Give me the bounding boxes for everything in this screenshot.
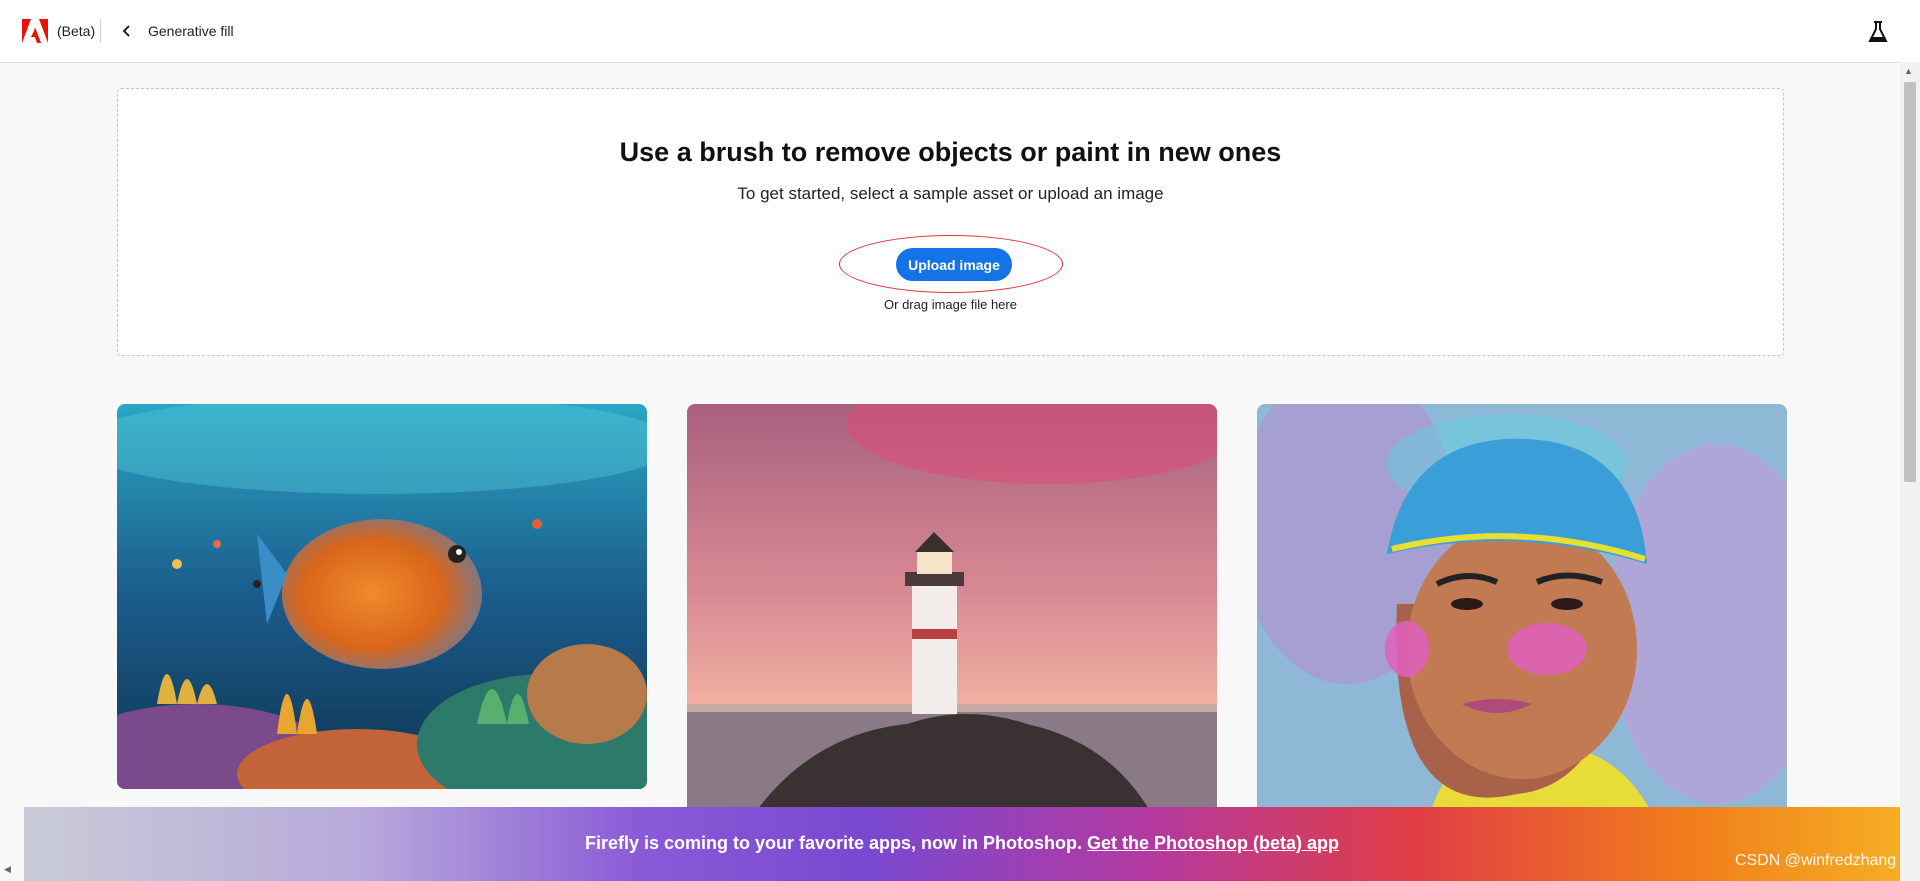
top-header: (Beta) Generative fill (0, 0, 1920, 63)
photoshop-beta-link[interactable]: Get the Photoshop (beta) app (1087, 833, 1339, 853)
scroll-up-arrow-icon[interactable]: ▲ (1904, 66, 1913, 76)
upload-image-button[interactable]: Upload image (896, 248, 1012, 281)
portrait-image (1257, 404, 1787, 824)
chevron-left-icon[interactable] (116, 20, 136, 42)
dropzone-title: Use a brush to remove objects or paint i… (619, 137, 1282, 167)
header-divider (100, 19, 101, 43)
watermark: CSDN @winfredzhang (1735, 852, 1897, 869)
banner-text: Firefly is coming to your favorite apps,… (584, 833, 1083, 853)
flask-icon[interactable] (1867, 20, 1889, 44)
lighthouse-image (687, 404, 1217, 824)
beta-label: (Beta) (57, 23, 96, 39)
sample-card-portrait[interactable] (1257, 404, 1787, 824)
sample-card-reef[interactable] (117, 404, 647, 789)
drag-hint: Or drag image file here (884, 297, 1017, 312)
upload-dropzone[interactable]: Use a brush to remove objects or paint i… (117, 88, 1784, 356)
adobe-logo-icon[interactable] (22, 19, 48, 43)
page-title: Generative fill (148, 23, 234, 39)
sample-card-lighthouse[interactable] (687, 404, 1217, 824)
scrollbar-thumb[interactable] (1904, 82, 1916, 482)
promo-banner: Firefly is coming to your favorite apps,… (24, 807, 1900, 881)
reef-image (117, 404, 647, 789)
dropzone-subtitle: To get started, select a sample asset or… (737, 184, 1164, 203)
banner-message: Firefly is coming to your favorite apps,… (24, 833, 1900, 854)
scroll-left-arrow-icon[interactable]: ◀ (4, 864, 11, 875)
